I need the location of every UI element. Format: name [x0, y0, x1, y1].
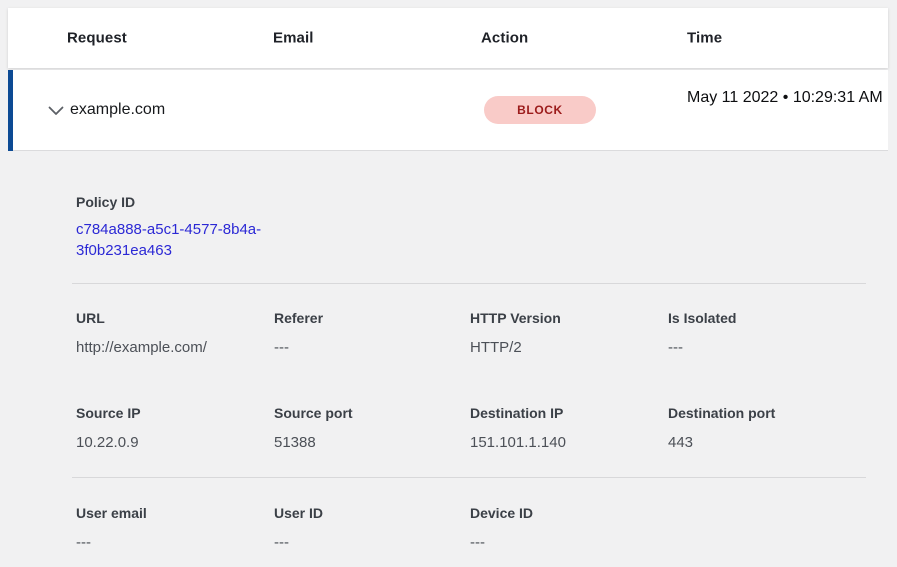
- table-header: Request Email Action Time: [8, 8, 888, 68]
- field-label: User ID: [274, 505, 470, 521]
- column-header-time: Time: [687, 30, 722, 47]
- field: Is Isolated ---: [668, 310, 877, 356]
- field: User ID ---: [274, 505, 470, 551]
- field-value: 151.101.1.140: [470, 434, 668, 451]
- field: Source IP 10.22.0.9: [76, 405, 274, 451]
- row-details-panel: Policy ID c784a888-a5c1-4577-8b4a-3f0b23…: [8, 151, 897, 567]
- chevron-down-icon: [48, 106, 64, 116]
- field: URL http://example.com/: [76, 310, 274, 356]
- column-header-request: Request: [67, 30, 127, 47]
- field-value: HTTP/2: [470, 339, 668, 356]
- http-fields-grid: URL http://example.com/ Referer --- HTTP…: [76, 310, 877, 356]
- field-label: Is Isolated: [668, 310, 877, 326]
- field-label: URL: [76, 310, 274, 326]
- time-cell: May 11 2022 • 10:29:31 AM: [687, 86, 887, 110]
- request-cell: example.com: [70, 70, 165, 150]
- field-label: HTTP Version: [470, 310, 668, 326]
- column-header-action: Action: [481, 30, 528, 47]
- field-label: Destination IP: [470, 405, 668, 421]
- divider: [72, 477, 866, 478]
- field-label: Destination port: [668, 405, 877, 421]
- field-label: Device ID: [470, 505, 668, 521]
- policy-id-label: Policy ID: [76, 194, 135, 210]
- divider: [72, 283, 866, 284]
- field-value: 10.22.0.9: [76, 434, 274, 451]
- field-value: ---: [76, 534, 274, 551]
- field: Destination IP 151.101.1.140: [470, 405, 668, 451]
- field: Device ID ---: [470, 505, 668, 551]
- field-label: Referer: [274, 310, 470, 326]
- field: User email ---: [76, 505, 274, 551]
- field-label: Source port: [274, 405, 470, 421]
- column-header-email: Email: [273, 30, 314, 47]
- field-value: ---: [274, 339, 470, 356]
- row-expand-toggle[interactable]: [42, 100, 70, 122]
- field-value: 443: [668, 434, 877, 451]
- user-fields-grid: User email --- User ID --- Device ID ---: [76, 505, 877, 551]
- table-row[interactable]: example.com BLOCK May 11 2022 • 10:29:31…: [8, 70, 888, 151]
- field: Referer ---: [274, 310, 470, 356]
- network-fields-grid: Source IP 10.22.0.9 Source port 51388 De…: [76, 405, 877, 451]
- field: Destination port 443: [668, 405, 877, 451]
- field-label: Source IP: [76, 405, 274, 421]
- field-value: ---: [470, 534, 668, 551]
- field-value: 51388: [274, 434, 470, 451]
- action-badge: BLOCK: [484, 96, 596, 124]
- log-table-card: Request Email Action Time example.com BL…: [8, 8, 888, 567]
- field-label: User email: [76, 505, 274, 521]
- field: Source port 51388: [274, 405, 470, 451]
- field-value: http://example.com/: [76, 339, 274, 356]
- field: HTTP Version HTTP/2: [470, 310, 668, 356]
- policy-id-link[interactable]: c784a888-a5c1-4577-8b4a-3f0b231ea463: [76, 219, 276, 261]
- field: [668, 505, 877, 551]
- field-value: ---: [274, 534, 470, 551]
- field-value: ---: [668, 339, 877, 356]
